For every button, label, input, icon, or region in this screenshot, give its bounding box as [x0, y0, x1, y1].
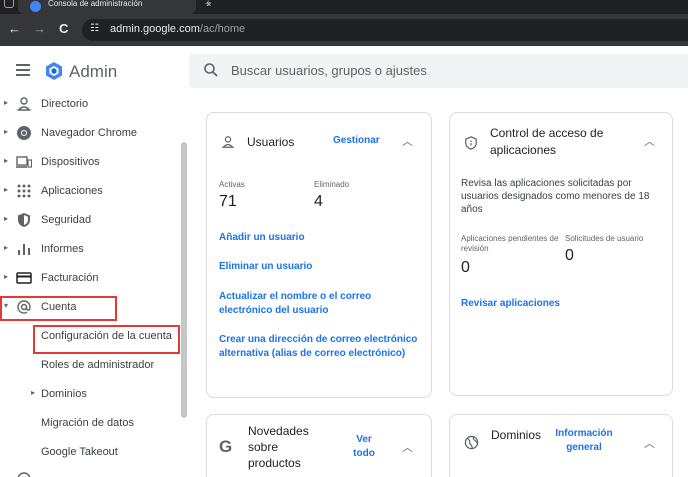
card-description: Revisa las aplicaciones solicitadas por …: [461, 178, 650, 215]
expand-caret-icon[interactable]: ▸: [4, 98, 8, 107]
credit-card-icon: [16, 272, 32, 284]
back-icon[interactable]: ←: [8, 20, 21, 38]
sidebar-item-informes[interactable]: ▸ Informes: [0, 235, 180, 264]
subitem-label: Roles de administrador: [41, 359, 155, 371]
expand-caret-icon[interactable]: ▸: [4, 156, 8, 165]
collapse-chevron-icon[interactable]: ︿: [644, 133, 655, 149]
url-host: admin.google.com: [110, 23, 200, 35]
collapse-chevron-icon[interactable]: ︿: [644, 435, 655, 451]
subitem-migracion-datos[interactable]: Migración de datos: [0, 409, 180, 438]
view-all-link[interactable]: Ver todo: [349, 433, 379, 461]
card-title: Novedades sobre productos: [248, 424, 309, 470]
browser-toolbar: ← → C ☷ admin.google.com/ac/home: [0, 14, 688, 46]
app-access-card: Control de acceso de aplicaciones ︿ Revi…: [449, 112, 673, 396]
reload-icon[interactable]: C: [59, 20, 68, 38]
admin-logo-icon: [46, 62, 62, 80]
search-icon: [204, 63, 218, 77]
highlight-box-cuenta: [0, 296, 117, 321]
sidebar-item-seguridad[interactable]: ▸ Seguridad: [0, 206, 180, 235]
sidebar-item-label: Informes: [41, 243, 84, 255]
expand-caret-icon[interactable]: ▸: [4, 127, 8, 136]
subitem-google-takeout[interactable]: Google Takeout: [0, 438, 180, 467]
card-title: Dominios: [491, 428, 542, 442]
globe-icon: [464, 435, 479, 450]
card-title: Control de acceso de aplicaciones: [490, 126, 604, 157]
chrome-icon: [17, 126, 31, 140]
highlight-box-configuracion: [33, 325, 180, 354]
subitem-label: Migración de datos: [41, 417, 134, 429]
active-count: 71: [219, 193, 237, 210]
expand-caret-icon[interactable]: ▸: [4, 214, 8, 223]
bar-chart-icon: [18, 244, 30, 255]
forward-icon[interactable]: →: [33, 20, 46, 38]
product-news-card: G Novedades sobre productos Ver todo ︿: [206, 414, 432, 477]
admin-favicon-icon: [30, 1, 41, 12]
site-settings-icon[interactable]: ☷: [90, 23, 99, 34]
expand-caret-icon[interactable]: ▸: [4, 243, 8, 252]
sidebar-item-aplicaciones[interactable]: ▸ Aplicaciones: [0, 177, 180, 206]
deleted-label: Eliminado: [314, 180, 350, 189]
url-text: admin.google.com/ac/home: [110, 23, 245, 35]
expand-caret-icon[interactable]: ▸: [4, 185, 8, 194]
requests-count: 0: [565, 247, 574, 264]
url-path: /ac/home: [199, 23, 246, 35]
sidebar-item-facturacion[interactable]: ▸ Facturación: [0, 264, 180, 293]
sidebar-item-directorio[interactable]: ▸ Directorio: [0, 90, 180, 119]
browser-tab[interactable]: Consola de administración ×: [18, 0, 211, 14]
shield-icon: [18, 213, 30, 227]
window-menu-icon[interactable]: [4, 0, 14, 8]
shield-icon: [465, 136, 477, 150]
tab-title: Consola de administración: [48, 0, 143, 8]
deleted-count: 4: [314, 193, 323, 210]
app-title: Admin: [69, 62, 118, 81]
domains-card: Dominios Información general ︿: [449, 414, 673, 477]
create-alias-link[interactable]: Crear una dirección de correo electrónic…: [219, 333, 424, 361]
devices-icon: [16, 156, 32, 168]
sidebar-item-label: Seguridad: [41, 214, 92, 226]
requests-label: Solicitudes de usuario: [565, 234, 644, 243]
card-title: Usuarios: [247, 135, 295, 149]
delete-user-link[interactable]: Eliminar un usuario: [219, 261, 419, 272]
sidebar-item-label: Dispositivos: [41, 156, 100, 168]
apps-grid-icon: [17, 184, 31, 198]
add-user-link[interactable]: Añadir un usuario: [219, 232, 419, 243]
partial-nav-icon: [17, 472, 31, 477]
sidebar-item-chrome[interactable]: ▸ Navegador Chrome: [0, 119, 180, 148]
sidebar-item-label: Aplicaciones: [41, 185, 103, 197]
google-g-icon: G: [219, 437, 233, 456]
search-input[interactable]: Buscar usuarios, grupos o ajustes: [189, 54, 688, 88]
address-bar[interactable]: ☷ admin.google.com/ac/home: [82, 19, 688, 41]
subitem-roles-admin[interactable]: Roles de administrador: [0, 351, 180, 380]
sidebar: ▸ Directorio ▸ Navegador Chrome ▸ Dispos…: [0, 90, 190, 477]
expand-caret-icon[interactable]: ▸: [4, 272, 8, 281]
manage-users-link[interactable]: Gestionar: [333, 135, 380, 146]
browser-tab-strip: Consola de administración × +: [0, 0, 688, 14]
pending-count: 0: [461, 259, 470, 276]
collapse-chevron-icon[interactable]: ︿: [402, 439, 413, 455]
subitem-label: Dominios: [41, 388, 87, 400]
sidebar-item-label: Facturación: [41, 272, 99, 284]
collapse-chevron-icon[interactable]: ︿: [402, 133, 413, 149]
sidebar-item-dispositivos[interactable]: ▸ Dispositivos: [0, 148, 180, 177]
sidebar-scrollbar[interactable]: [181, 142, 187, 418]
users-card: Usuarios Gestionar ︿ Activas 71 Eliminad…: [206, 112, 432, 398]
sidebar-item-label: Navegador Chrome: [41, 127, 137, 139]
pending-label: Aplicaciones pendientes de revisión: [461, 234, 559, 253]
update-user-link[interactable]: Actualizar el nombre o el correo electró…: [219, 290, 379, 318]
subitem-dominios[interactable]: ▸ Dominios: [0, 380, 180, 409]
sidebar-item-label: Directorio: [41, 98, 89, 110]
review-apps-link[interactable]: Revisar aplicaciones: [461, 298, 560, 309]
subitem-label: Google Takeout: [41, 446, 118, 458]
search-placeholder: Buscar usuarios, grupos o ajustes: [231, 63, 427, 78]
hamburger-menu-icon[interactable]: [16, 64, 30, 76]
active-label: Activas: [219, 180, 245, 189]
person-icon: [16, 97, 32, 111]
person-icon: [221, 136, 235, 148]
expand-caret-icon[interactable]: ▸: [31, 388, 35, 397]
domains-overview-link[interactable]: Información general: [550, 427, 618, 455]
new-tab-icon[interactable]: +: [205, 0, 211, 10]
